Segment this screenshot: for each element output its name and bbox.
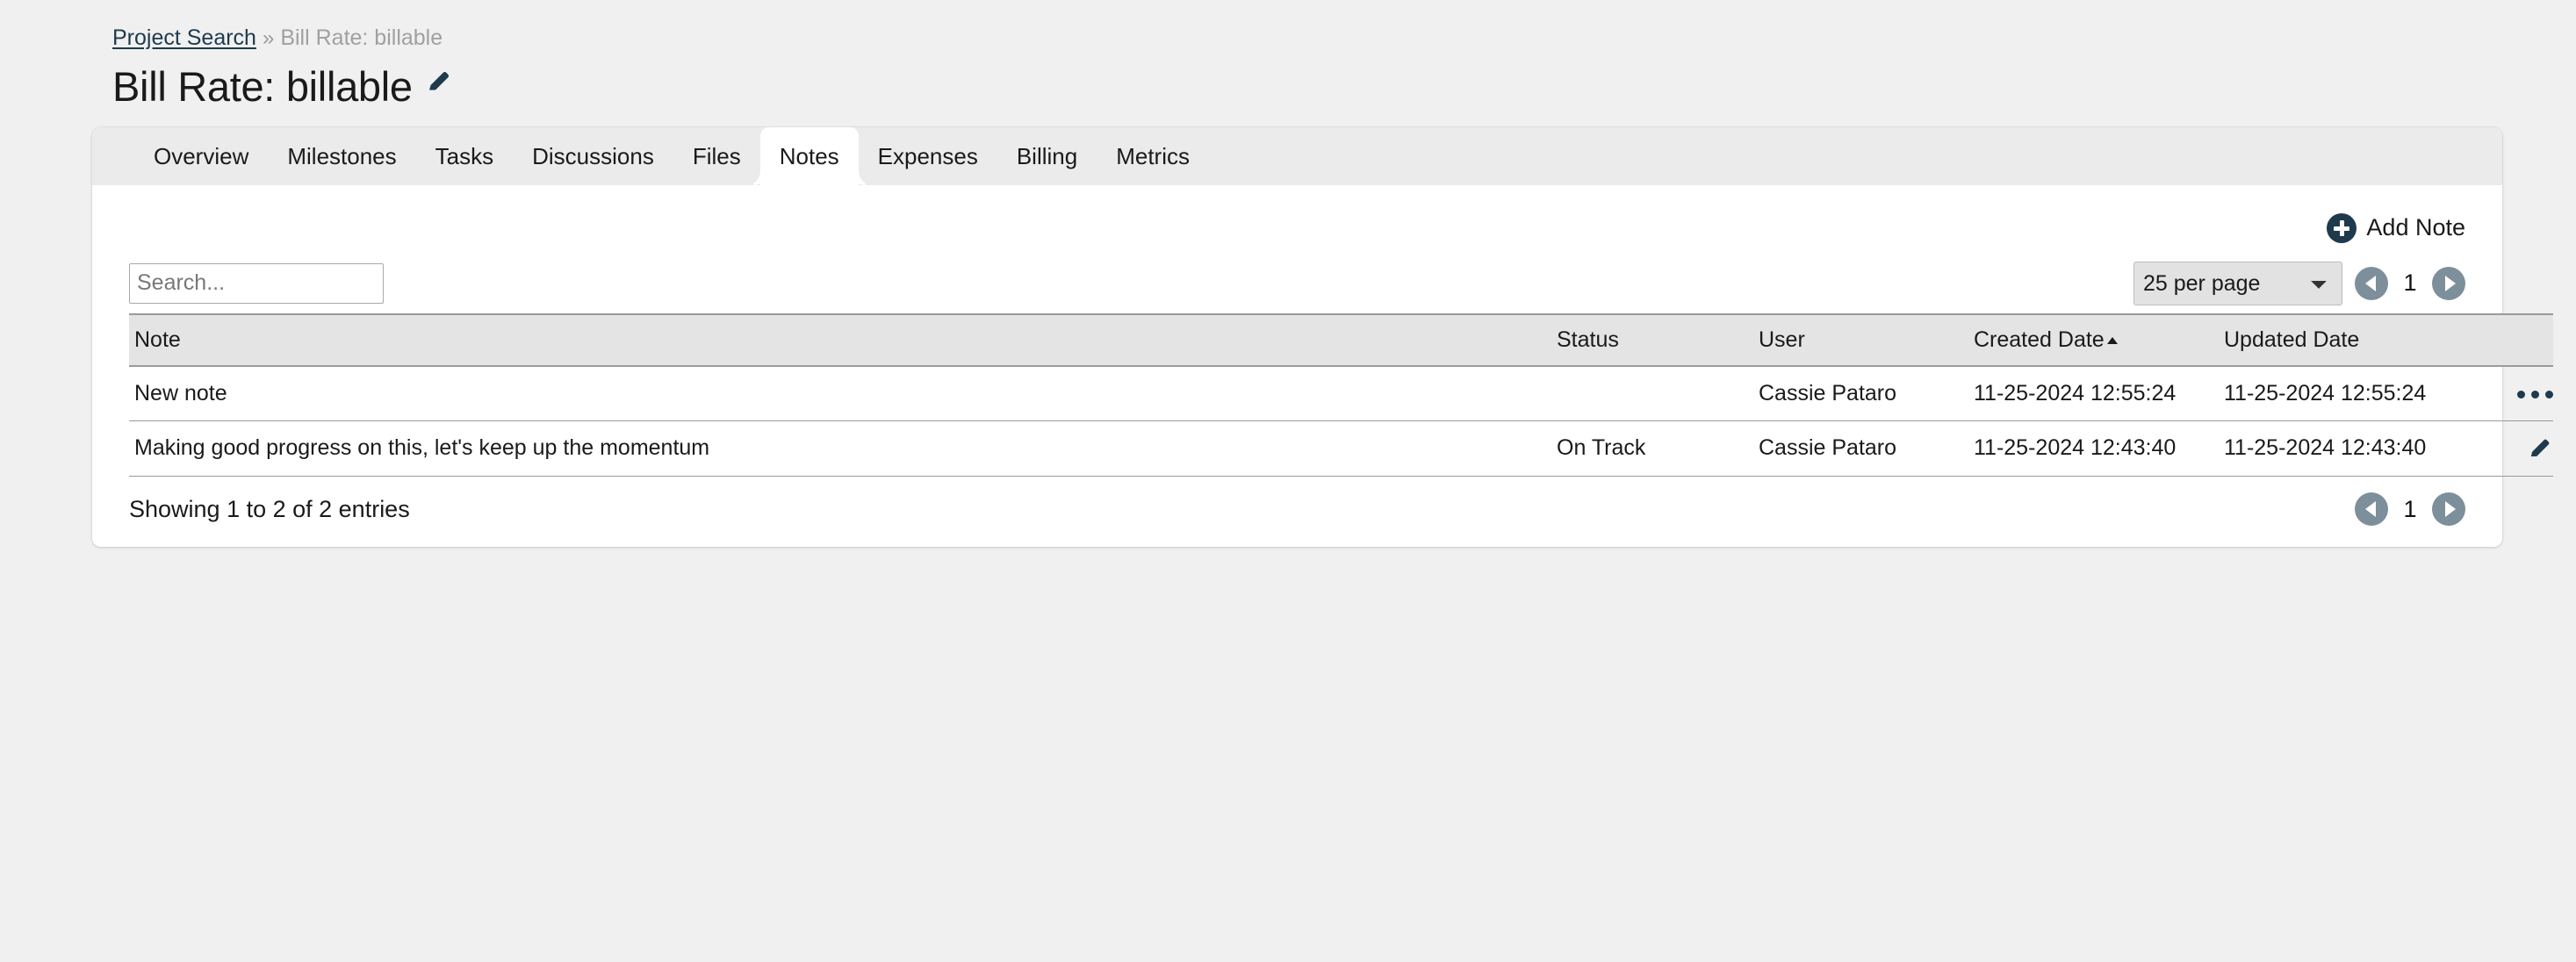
plus-circle-icon: [2327, 212, 2357, 243]
per-page-select[interactable]: 10 per page 25 per page 50 per page 100 …: [2133, 261, 2342, 305]
sort-ascending-icon: [2106, 336, 2118, 344]
add-note-button[interactable]: Add Note: [2327, 212, 2465, 243]
table-row[interactable]: Making good progress on this, let's keep…: [129, 420, 2553, 477]
tab-metrics[interactable]: Metrics: [1097, 127, 1209, 185]
column-header-created-date[interactable]: Created Date: [1968, 312, 2219, 367]
entries-count-text: Showing 1 to 2 of 2 entries: [129, 495, 410, 522]
column-header-created-date-label: Created Date: [1974, 327, 2105, 352]
column-header-status[interactable]: Status: [1551, 312, 1753, 367]
breadcrumb-current: Bill Rate: billable: [280, 25, 443, 50]
cell-status: On Track: [1551, 420, 1753, 477]
column-header-user[interactable]: User: [1753, 312, 1968, 367]
search-input[interactable]: [129, 262, 384, 304]
tab-billing[interactable]: Billing: [997, 127, 1097, 185]
pagination-prev-button-bottom[interactable]: [2355, 492, 2388, 527]
tab-notes[interactable]: Notes: [759, 126, 859, 185]
cell-note: New note: [129, 365, 1551, 421]
edit-note-pencil-icon[interactable]: [2527, 435, 2553, 462]
notes-table-footer: Showing 1 to 2 of 2 entries 1: [92, 477, 2502, 547]
tab-milestones[interactable]: Milestones: [268, 127, 415, 185]
column-header-note[interactable]: Note: [129, 312, 1551, 367]
breadcrumb: Project Search» Bill Rate: billable: [112, 25, 2576, 52]
page-header: Project Search» Bill Rate: billable Bill …: [0, 0, 2576, 107]
breadcrumb-link-project-search[interactable]: Project Search: [112, 25, 256, 50]
pagination-next-button-top[interactable]: [2432, 266, 2465, 300]
notes-panel: Add Note 10 per page 25 per page 50 per …: [92, 184, 2553, 548]
pagination-prev-button-top[interactable]: [2355, 266, 2388, 300]
cell-actions: [2469, 420, 2553, 477]
tab-overview[interactable]: Overview: [134, 127, 268, 185]
column-header-updated-date[interactable]: Updated Date: [2219, 312, 2469, 367]
pagination-current-page-top: 1: [2403, 269, 2417, 297]
ellipsis-icon[interactable]: [2517, 390, 2553, 398]
chevron-left-icon: [2364, 501, 2376, 518]
table-row[interactable]: New note Cassie Pataro 11-25-2024 12:55:…: [129, 365, 2553, 421]
notes-table-body: New note Cassie Pataro 11-25-2024 12:55:…: [129, 365, 2553, 477]
title-row: Bill Rate: billable: [112, 66, 2576, 107]
cell-created-date: 11-25-2024 12:43:40: [1968, 420, 2219, 477]
pagination-current-page-bottom: 1: [2403, 495, 2417, 522]
notes-table-head: Note Status User Created Date Updated Da…: [129, 312, 2553, 367]
cell-actions: [2469, 365, 2553, 421]
column-header-actions: [2469, 312, 2553, 367]
chevron-right-icon: [2444, 275, 2456, 291]
notes-card: Overview Milestones Tasks Discussions Fi…: [92, 126, 2553, 548]
pagination-top: 10 per page 25 per page 50 per page 100 …: [2133, 261, 2465, 305]
notes-toolbar-top: Add Note: [92, 185, 2502, 248]
cell-created-date: 11-25-2024 12:55:24: [1968, 365, 2219, 421]
cell-updated-date: 11-25-2024 12:55:24: [2219, 365, 2469, 421]
pagination-next-button-bottom[interactable]: [2432, 492, 2465, 527]
tab-discussions[interactable]: Discussions: [513, 127, 673, 185]
notes-table-wrapper: Note Status User Created Date Updated Da…: [92, 312, 2553, 477]
cell-user: Cassie Pataro: [1753, 420, 1968, 477]
add-note-label: Add Note: [2366, 214, 2465, 241]
cell-user: Cassie Pataro: [1753, 365, 1968, 421]
page-title: Bill Rate: billable: [112, 62, 413, 110]
chevron-left-icon: [2364, 275, 2376, 291]
project-tabs: Overview Milestones Tasks Discussions Fi…: [92, 126, 2502, 185]
cell-note: Making good progress on this, let's keep…: [129, 420, 1551, 477]
table-header-row: Note Status User Created Date Updated Da…: [129, 312, 2553, 367]
notes-table: Note Status User Created Date Updated Da…: [129, 312, 2553, 477]
tab-expenses[interactable]: Expenses: [859, 127, 997, 185]
pagination-bottom: 1: [2355, 492, 2465, 527]
chevron-right-icon: [2444, 501, 2456, 518]
tab-tasks[interactable]: Tasks: [416, 127, 513, 185]
breadcrumb-separator: »: [262, 26, 275, 50]
cell-status: [1551, 365, 1753, 421]
cell-updated-date: 11-25-2024 12:43:40: [2219, 420, 2469, 477]
edit-title-pencil-icon[interactable]: [425, 68, 453, 96]
notes-toolbar-controls: 10 per page 25 per page 50 per page 100 …: [92, 248, 2502, 313]
